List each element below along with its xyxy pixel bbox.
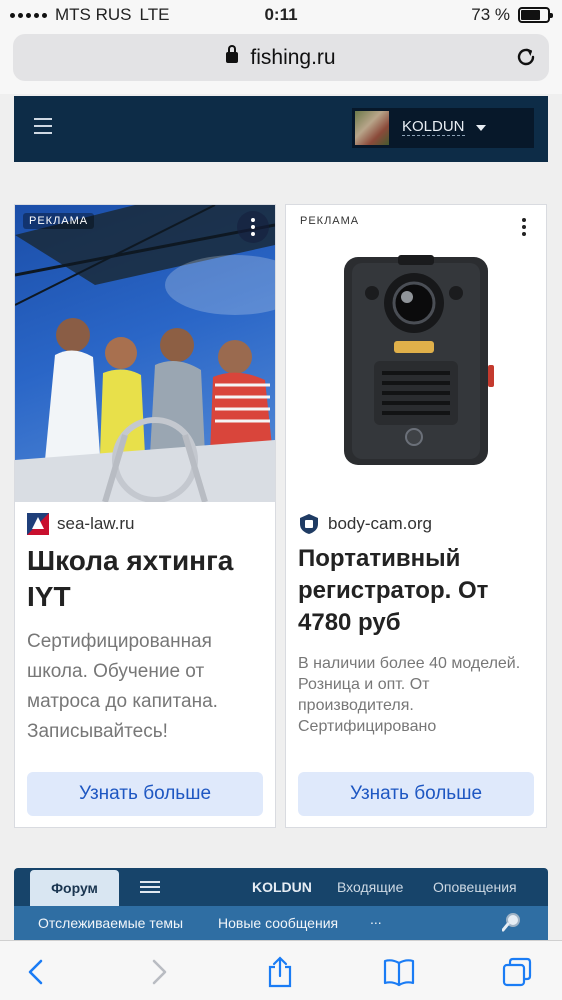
- ad-card-yachting[interactable]: РЕКЛАМА sea-law.ru Школа яхтинга IYT Сер…: [14, 204, 276, 828]
- watched-threads-link[interactable]: Отслеживаемые темы: [38, 915, 183, 931]
- back-icon[interactable]: [20, 955, 54, 989]
- ad-description: В наличии более 40 моделей. Розница и оп…: [298, 655, 521, 735]
- forum-subnav: Отслеживаемые темы Новые сообщения ...: [14, 906, 548, 940]
- body-cam-illustration: [344, 255, 494, 465]
- share-icon[interactable]: [263, 955, 297, 989]
- search-icon[interactable]: [502, 912, 522, 932]
- ad-description: Сертифицированная школа. Обучение от мат…: [27, 631, 218, 742]
- url-text: fishing.ru: [250, 46, 336, 69]
- battery-icon: [518, 7, 553, 23]
- ad-title[interactable]: Портативный регистратор. От 4780 руб: [298, 543, 538, 639]
- sea-law-favicon-icon: [27, 513, 49, 535]
- learn-more-button[interactable]: Узнать больше: [298, 772, 534, 816]
- ad-card-body-cam[interactable]: РЕКЛАМА body-cam.org Портативный регистр…: [285, 204, 547, 828]
- forward-icon[interactable]: [141, 955, 175, 989]
- yacht-photo-illustration: [15, 205, 275, 502]
- avatar: [355, 111, 389, 145]
- ad-image-yacht[interactable]: [15, 205, 275, 502]
- more-links[interactable]: ...: [370, 911, 382, 927]
- body-cam-favicon-icon: [300, 514, 318, 534]
- reload-icon[interactable]: [513, 44, 539, 70]
- ad-domain-text: body-cam.org: [328, 514, 432, 533]
- forum-user-link[interactable]: KOLDUN: [252, 879, 312, 895]
- ad-domain-text: sea-law.ru: [57, 514, 135, 533]
- caret-down-icon: [476, 125, 486, 131]
- forum-navigation: Форум KOLDUN Входящие Оповещения Отслежи…: [14, 868, 548, 940]
- hamburger-menu-icon[interactable]: [34, 118, 52, 134]
- username[interactable]: KOLDUN: [402, 118, 465, 136]
- status-bar: MTS RUS LTE 0:11 73 %: [0, 0, 562, 30]
- ad-image-body-cam[interactable]: [286, 205, 546, 502]
- address-bar[interactable]: fishing.ru: [13, 34, 549, 81]
- alerts-link[interactable]: Оповещения: [433, 879, 517, 895]
- ad-badge: РЕКЛАМА: [300, 215, 360, 227]
- forum-nav-top: Форум KOLDUN Входящие Оповещения: [14, 868, 548, 906]
- learn-more-button[interactable]: Узнать больше: [27, 772, 263, 816]
- bookmarks-icon[interactable]: [382, 955, 416, 989]
- user-menu[interactable]: KOLDUN: [352, 108, 534, 148]
- ad-badge: РЕКЛАМА: [23, 213, 95, 229]
- browser-toolbar: [0, 940, 562, 1000]
- more-options-icon[interactable]: [508, 211, 540, 243]
- browser-url-area: fishing.ru: [0, 30, 562, 94]
- new-posts-link[interactable]: Новые сообщения: [218, 915, 338, 931]
- status-right: 73 %: [471, 5, 553, 25]
- more-options-icon[interactable]: [237, 211, 269, 243]
- ad-domain[interactable]: sea-law.ru: [27, 513, 134, 535]
- tab-forum[interactable]: Форум: [30, 870, 119, 906]
- forum-menu-icon[interactable]: [140, 881, 160, 893]
- tabs-icon[interactable]: [500, 955, 534, 989]
- ad-title[interactable]: Школа яхтинга IYT: [27, 543, 267, 615]
- lock-icon: [226, 45, 239, 63]
- ad-domain[interactable]: body-cam.org: [298, 513, 432, 535]
- site-header: KOLDUN: [14, 96, 548, 162]
- battery-level: [521, 10, 540, 20]
- address-bar-text: fishing.ru: [13, 45, 549, 70]
- battery-percent: 73 %: [471, 5, 510, 24]
- inbox-link[interactable]: Входящие: [337, 879, 403, 895]
